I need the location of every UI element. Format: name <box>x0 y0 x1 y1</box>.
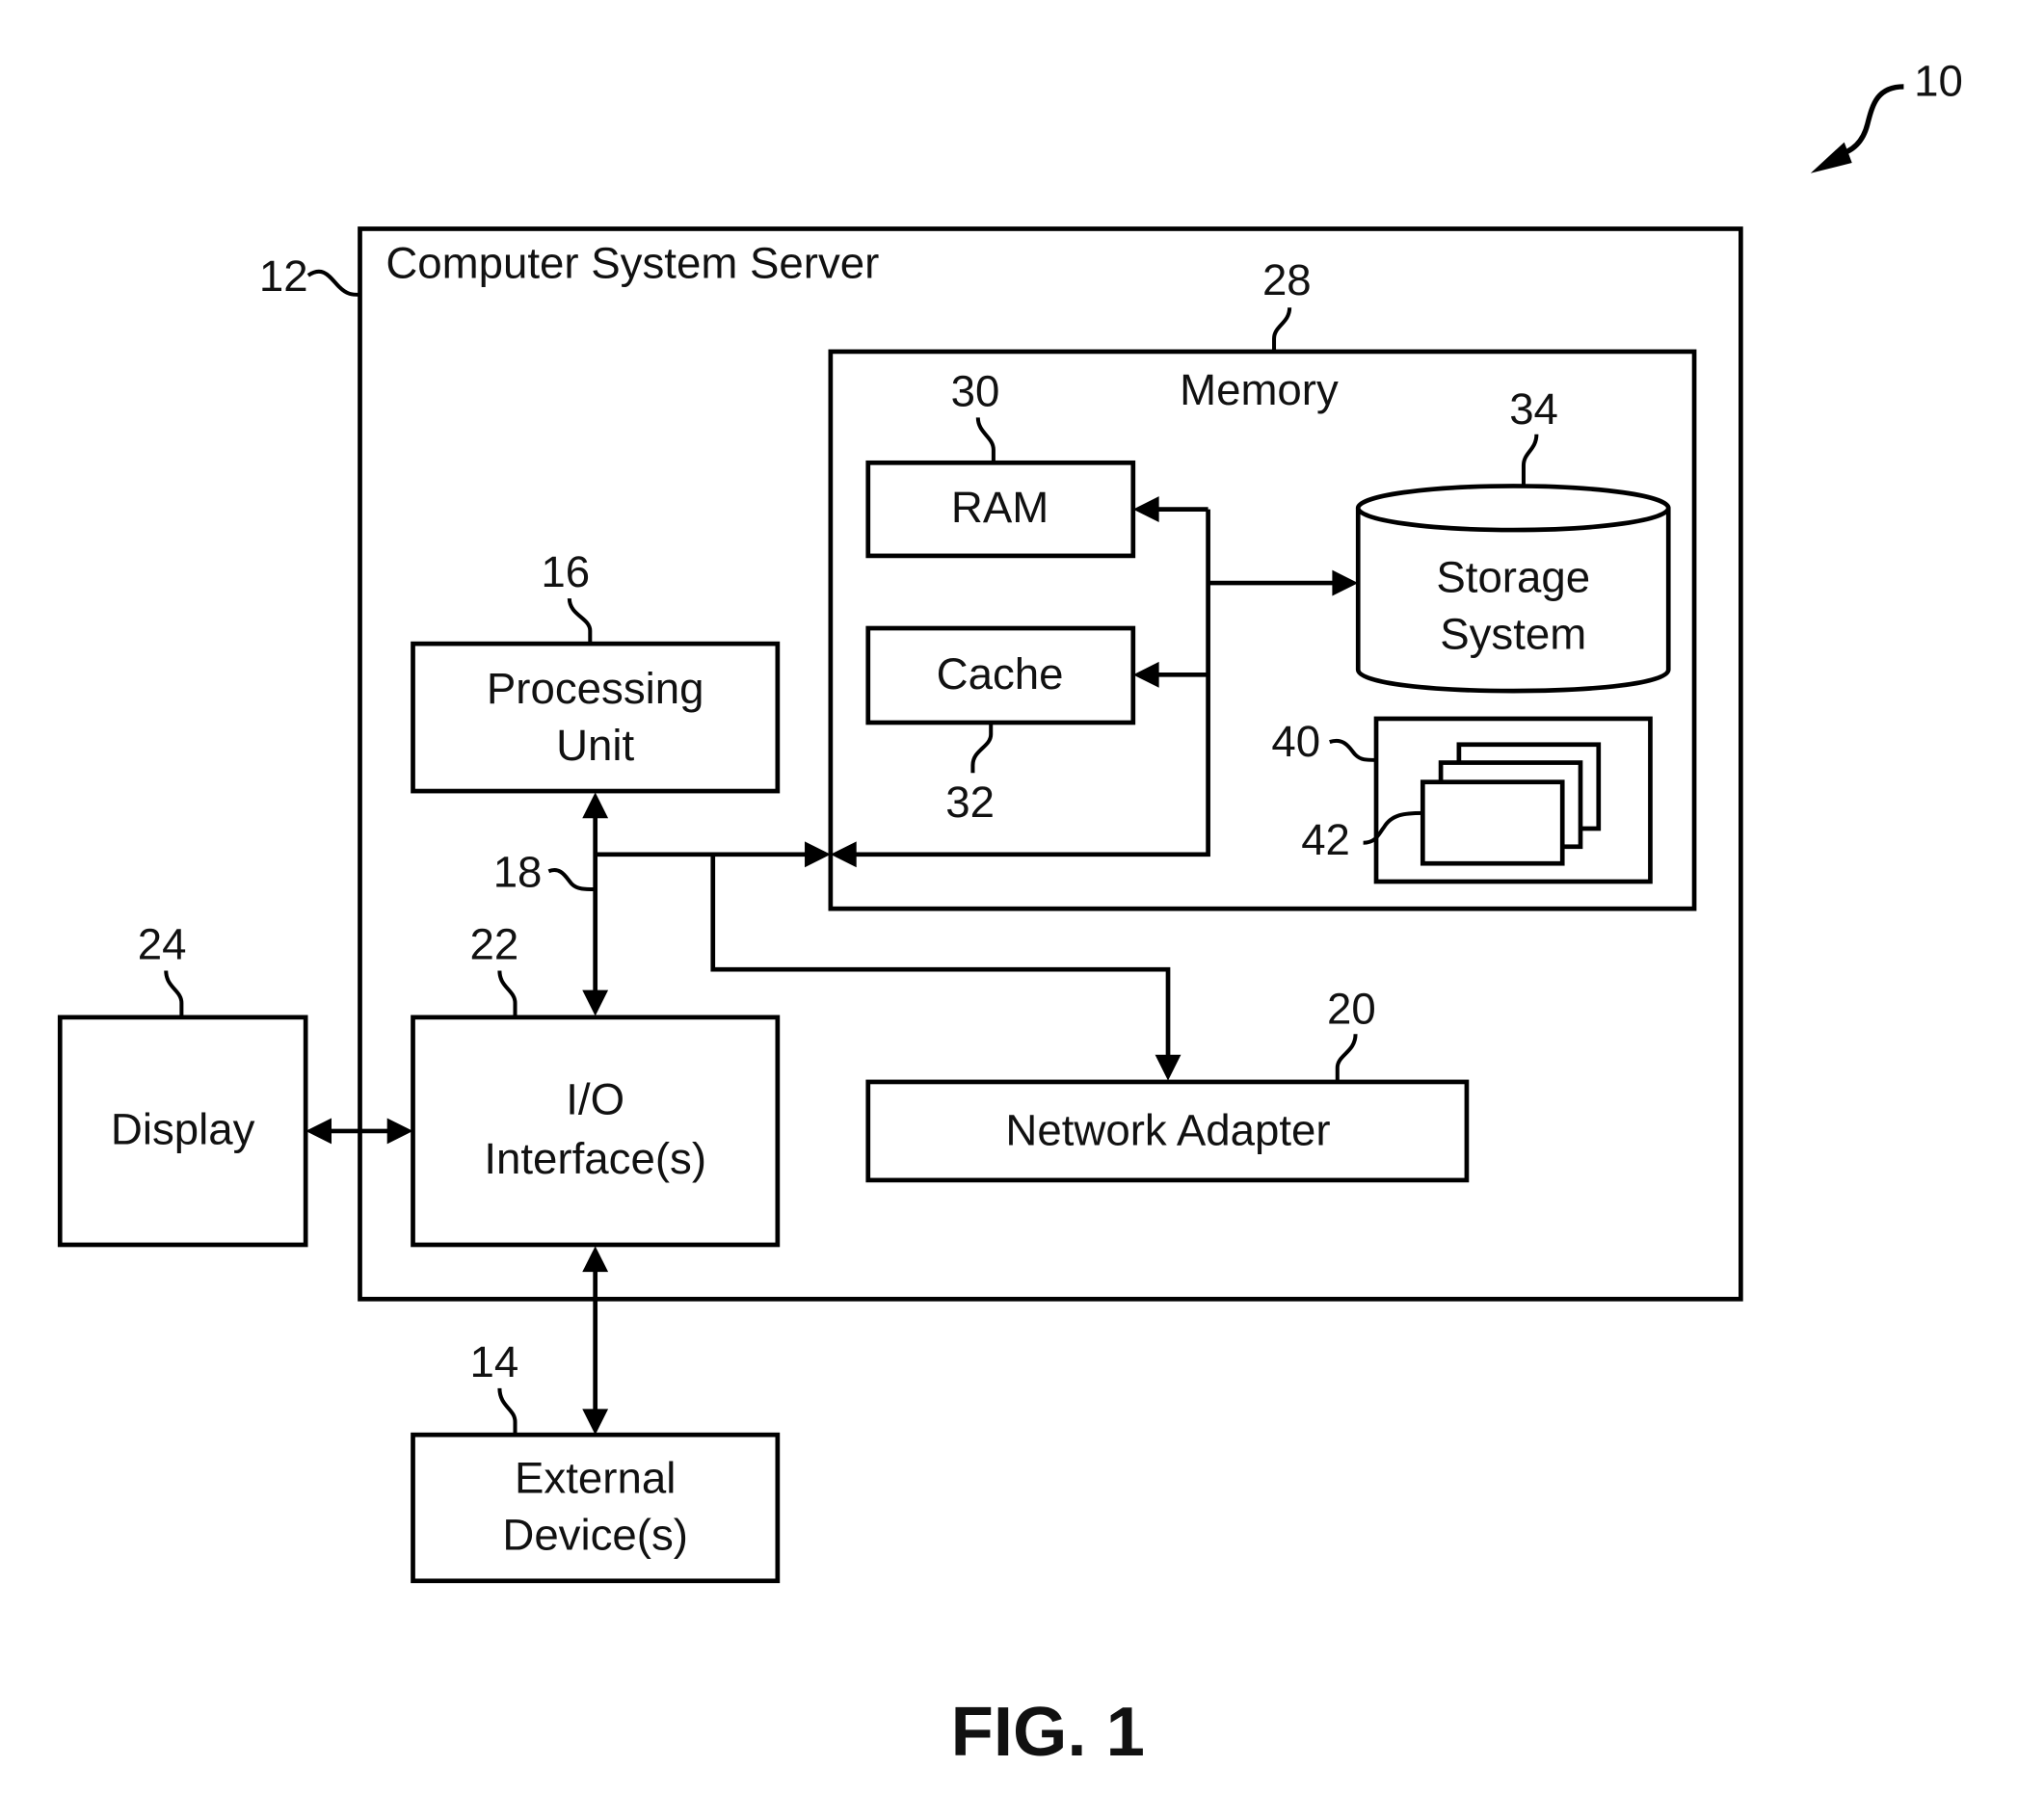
system-diagram: 10 Computer System Server 12 Memory 28 R… <box>57 56 1963 1771</box>
ref-22-label: 22 <box>470 919 519 968</box>
display-arrowhead-icon <box>305 1118 332 1145</box>
external-arrowhead-icon <box>582 1409 609 1436</box>
ram-label: RAM <box>951 483 1049 532</box>
io-interface-box <box>411 1015 781 1248</box>
ref-10-curve <box>1836 84 1904 158</box>
ref-20-label: 20 <box>1327 985 1376 1034</box>
storage-cylinder-top <box>1355 484 1671 533</box>
ref-16-label: 16 <box>541 547 590 596</box>
program-module-front <box>1420 779 1565 866</box>
network-adapter-label: Network Adapter <box>1005 1106 1330 1155</box>
ref-12-leader <box>306 269 360 297</box>
ref-14-label: 14 <box>470 1337 519 1386</box>
memory: Memory 28 RAM 30 Cache 32 Storage System… <box>828 255 1697 911</box>
ref-24-label: 24 <box>138 919 187 968</box>
processing-label-line2: Unit <box>556 721 634 770</box>
ref-24-leader <box>164 970 184 1017</box>
server-title: Computer System Server <box>385 238 879 287</box>
ref-10-arrowhead-icon <box>1810 142 1852 173</box>
ref-30-label: 30 <box>951 366 1000 415</box>
figure-caption: FIG. 1 <box>951 1693 1145 1771</box>
cache-label: Cache <box>937 649 1064 699</box>
external-label-line2: Device(s) <box>502 1511 688 1560</box>
ref-32-label: 32 <box>945 778 995 827</box>
external-label-line1: External <box>515 1454 676 1503</box>
processing-label-line1: Processing <box>487 664 704 713</box>
ref-28-label: 28 <box>1262 255 1312 304</box>
figure-reference-10: 10 <box>1810 56 1963 173</box>
ref-40-label: 40 <box>1271 717 1320 766</box>
display-label: Display <box>111 1104 255 1153</box>
io-label-line2: Interface(s) <box>484 1134 706 1183</box>
storage-system: Storage System <box>1355 484 1671 694</box>
ref-42-label: 42 <box>1301 815 1350 864</box>
storage-label-line1: Storage <box>1436 552 1590 601</box>
storage-label-line2: System <box>1440 609 1586 658</box>
io-label-line1: I/O <box>566 1074 624 1123</box>
ref-34-label: 34 <box>1509 384 1558 434</box>
ref-12-label: 12 <box>259 251 308 301</box>
ref-14-leader <box>497 1387 518 1436</box>
ref-18-label: 18 <box>493 847 543 896</box>
ref-10-label: 10 <box>1914 56 1963 105</box>
memory-title: Memory <box>1180 365 1339 414</box>
